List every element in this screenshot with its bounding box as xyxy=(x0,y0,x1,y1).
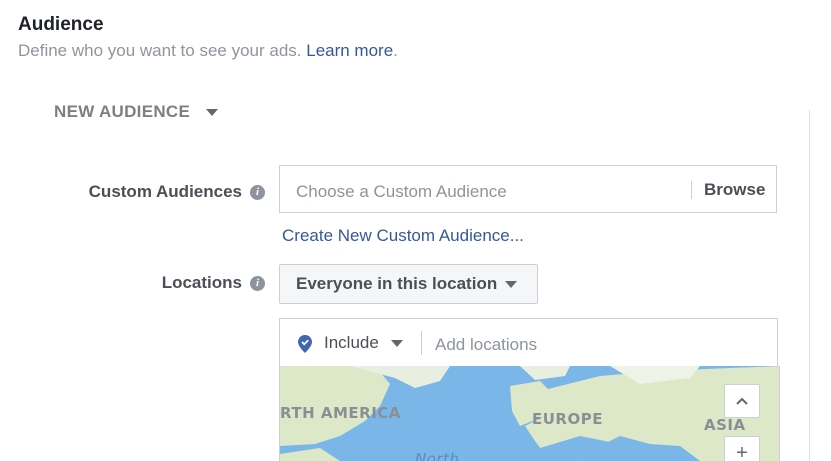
map-label-north-america: RTH AMERICA xyxy=(280,404,401,422)
map-label-europe: EUROPE xyxy=(532,410,603,428)
info-icon[interactable]: i xyxy=(250,275,265,291)
chevron-down-icon xyxy=(505,280,518,288)
custom-audiences-label-text: Custom Audiences xyxy=(88,182,242,201)
location-map[interactable]: RTH AMERICA EUROPE ASIA North + xyxy=(279,366,780,461)
divider xyxy=(809,110,810,461)
map-label-north-ocean: North xyxy=(415,450,460,461)
new-audience-label: NEW AUDIENCE xyxy=(54,102,191,121)
subtitle-text: Define who you want to see your ads. xyxy=(18,41,302,60)
locations-label: Locations i xyxy=(162,273,265,293)
include-label: Include xyxy=(324,333,379,352)
input-separator xyxy=(691,181,692,199)
locations-label-text: Locations xyxy=(161,273,242,292)
location-pin-icon xyxy=(298,335,312,353)
browse-button[interactable]: Browse xyxy=(704,180,765,200)
map-label-asia: ASIA xyxy=(704,416,746,434)
new-audience-dropdown[interactable]: NEW AUDIENCE xyxy=(54,102,219,122)
custom-audiences-label: Custom Audiences i xyxy=(89,182,265,202)
section-subtitle: Define who you want to see your ads. Lea… xyxy=(18,41,398,61)
location-type-dropdown[interactable]: Everyone in this location xyxy=(279,264,538,304)
subtitle-end: . xyxy=(393,41,398,60)
chevron-down-icon xyxy=(206,108,219,116)
learn-more-link[interactable]: Learn more xyxy=(306,41,393,60)
location-search-box: Include Add locations xyxy=(279,318,778,366)
include-dropdown[interactable]: Include xyxy=(324,333,403,353)
custom-audience-input[interactable]: Choose a Custom Audience Browse xyxy=(279,165,777,213)
chevron-down-icon xyxy=(390,339,403,347)
map-zoom-in-button[interactable]: + xyxy=(724,436,760,461)
section-title: Audience xyxy=(18,14,104,35)
map-pan-up-button[interactable] xyxy=(724,384,760,418)
create-custom-audience-link[interactable]: Create New Custom Audience... xyxy=(282,226,524,246)
custom-audience-placeholder: Choose a Custom Audience xyxy=(296,182,507,201)
location-type-value: Everyone in this location xyxy=(296,274,498,293)
input-separator xyxy=(421,331,422,355)
chevron-up-icon xyxy=(736,397,748,405)
info-icon[interactable]: i xyxy=(250,184,265,200)
add-locations-input[interactable]: Add locations xyxy=(435,335,537,355)
